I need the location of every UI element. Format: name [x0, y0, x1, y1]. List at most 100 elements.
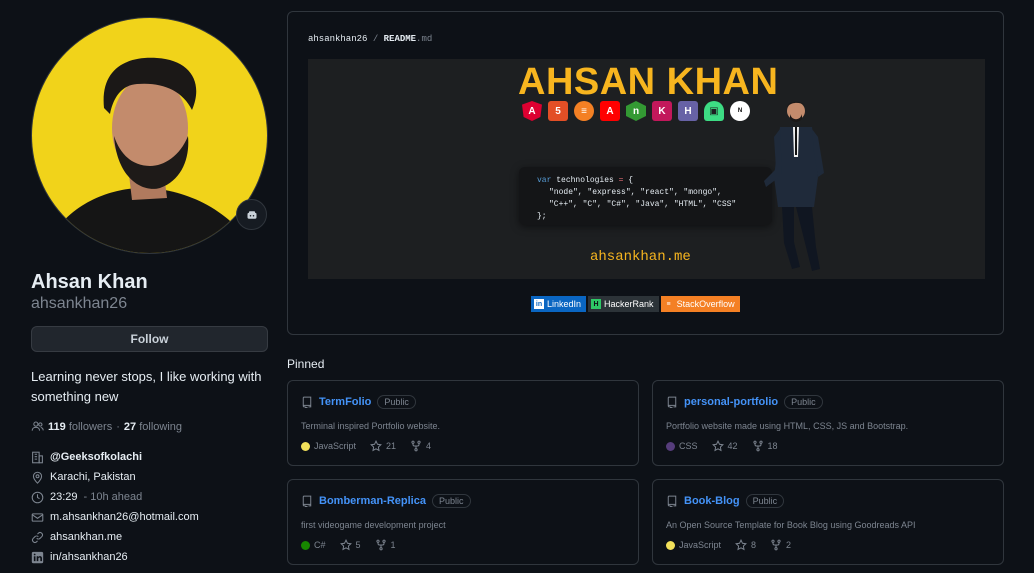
location-text: Karachi, Pakistan: [50, 471, 136, 483]
repo-stars-link[interactable]: 21: [370, 440, 396, 452]
repo-language: JavaScript: [301, 441, 356, 451]
repo-description: Terminal inspired Portfolio website.: [301, 421, 441, 431]
fork-icon: [771, 539, 781, 551]
language-label: JavaScript: [679, 540, 722, 550]
repo-meta: CSS 42 18: [666, 440, 778, 452]
link-icon: [32, 531, 43, 543]
stars-count: 42: [727, 441, 738, 451]
website-link[interactable]: ahsankhan.me: [50, 531, 122, 543]
readme-file-link[interactable]: README: [384, 34, 416, 44]
mail-icon: [31, 512, 44, 522]
pinned-repo-card: Book-Blog Public An Open Source Template…: [652, 479, 1004, 565]
repo-name-link[interactable]: personal-portfolio: [684, 396, 778, 408]
nodejs-icon: n: [626, 101, 646, 121]
followers-label: followers: [68, 420, 113, 433]
linkedin-icon: [31, 551, 44, 563]
forks-count: 1: [390, 540, 396, 550]
heroku-icon: H: [678, 101, 698, 121]
code-brace: {: [628, 176, 634, 185]
code-operator: =: [618, 176, 624, 185]
profile-sidebar: Ahsan Khan ahsankhan26 Follow Learning n…: [31, 17, 268, 567]
person-photo: [764, 101, 824, 271]
language-color-dot: [666, 441, 675, 451]
pin-header: Book-Blog Public: [666, 494, 785, 508]
tech-icons: A 5 ≡ A n K H ▣ N: [522, 101, 750, 121]
location-icon: [32, 471, 43, 484]
repo-icon: [667, 396, 677, 408]
repo-description: An Open Source Template for Book Blog us…: [666, 520, 916, 530]
repo-meta: C# 5 1: [301, 539, 396, 551]
follow-stats: 119 followers · 27 following: [31, 420, 268, 433]
repo-forks-link[interactable]: 2: [770, 539, 791, 551]
repo-forks-link[interactable]: 18: [752, 440, 778, 452]
followers-link[interactable]: 119 followers: [48, 421, 112, 433]
stackoverflow-badge[interactable]: ≡ StackOverflow: [660, 296, 740, 312]
linkedin-link[interactable]: in/ahsankhan26: [50, 551, 128, 563]
pinned-repo-card: Bomberman-Replica Public first videogame…: [287, 479, 639, 565]
detail-email: m.ahsankhan26@hotmail.com: [31, 507, 268, 527]
repo-stars-link[interactable]: 42: [711, 440, 738, 452]
pin-header: personal-portfolio Public: [666, 395, 823, 409]
android-icon: ▣: [704, 101, 724, 121]
separator: ·: [116, 420, 120, 433]
code-snippet: var technologies = { "node", "express", …: [519, 167, 772, 225]
fork-icon: [411, 440, 421, 452]
code-keyword: var: [537, 176, 552, 185]
repo-name-link[interactable]: TermFolio: [319, 396, 371, 408]
star-icon: [339, 539, 352, 551]
readme-banner-image: AHSAN KHAN A 5 ≡ A n K H ▣ N var technol…: [308, 59, 985, 279]
repo-stars-link[interactable]: 8: [735, 539, 756, 551]
repo-language: C#: [301, 540, 326, 550]
followers-count: 119: [48, 420, 66, 433]
repo-meta: JavaScript 21 4: [301, 440, 431, 452]
pinned-repo-card: TermFolio Public Terminal inspired Portf…: [287, 380, 639, 466]
readme-card: ahsankhan26 / README.md AHSAN KHAN A 5 ≡…: [287, 11, 1004, 335]
banner-site: ahsankhan.me: [590, 249, 691, 265]
following-link[interactable]: 27 following: [124, 421, 182, 433]
hackerrank-badge-icon: H: [591, 299, 602, 309]
organization-link[interactable]: @Geeksofkolachi: [50, 451, 142, 463]
set-status-button[interactable]: [236, 199, 267, 230]
language-label: C#: [314, 540, 326, 550]
star-icon: [735, 539, 747, 551]
fork-icon: [752, 440, 763, 452]
detail-organization: @Geeksofkolachi: [31, 447, 268, 467]
linkedin-badge-icon: in: [534, 299, 544, 309]
social-badges: in LinkedIn H HackerRank ≡ StackOverflow: [531, 296, 740, 312]
repo-name-link[interactable]: Bomberman-Replica: [319, 495, 426, 507]
detail-time: 23:29 - 10h ahead: [31, 487, 268, 507]
avatar-container: [31, 17, 268, 254]
code-line-3: "C++", "C", "C#", "Java", "HTML", "CSS": [549, 200, 737, 209]
star-icon: [370, 440, 382, 452]
detail-location: Karachi, Pakistan: [31, 467, 268, 487]
repo-forks-link[interactable]: 1: [375, 539, 396, 551]
detail-website: ahsankhan.me: [31, 527, 268, 547]
profile-details: @Geeksofkolachi Karachi, Pakistan 23:29 …: [31, 447, 268, 567]
language-label: JavaScript: [314, 441, 357, 451]
language-color-dot: [301, 540, 310, 550]
repo-stars-link[interactable]: 5: [339, 539, 361, 551]
email-link[interactable]: m.ahsankhan26@hotmail.com: [50, 511, 199, 523]
repo-language: JavaScript: [666, 540, 721, 550]
repo-icon: [302, 396, 312, 408]
angular-icon: A: [522, 101, 542, 121]
hackerrank-badge[interactable]: H HackerRank: [588, 296, 659, 312]
hackerrank-badge-label: HackerRank: [604, 299, 654, 309]
repo-meta: JavaScript 8 2: [666, 539, 791, 551]
stackoverflow-badge-label: StackOverflow: [676, 299, 735, 309]
organization-icon: [32, 451, 43, 463]
pinned-repo-card: personal-portfolio Public Portfolio webs…: [652, 380, 1004, 466]
forks-count: 4: [426, 441, 432, 451]
avatar[interactable]: [31, 17, 268, 254]
profile-name: Ahsan Khan: [31, 271, 148, 293]
profile-bio: Learning never stops, I like working wit…: [31, 369, 262, 404]
banner-title: AHSAN KHAN: [518, 61, 779, 103]
readme-owner-link[interactable]: ahsankhan26: [308, 34, 367, 44]
repo-name-link[interactable]: Book-Blog: [684, 495, 740, 507]
follow-button[interactable]: Follow: [31, 326, 268, 352]
following-label: following: [139, 420, 183, 433]
linkedin-badge[interactable]: in LinkedIn: [531, 296, 587, 312]
repo-forks-link[interactable]: 4: [410, 440, 431, 452]
visibility-badge: Public: [784, 395, 823, 409]
language-label: CSS: [679, 441, 698, 451]
